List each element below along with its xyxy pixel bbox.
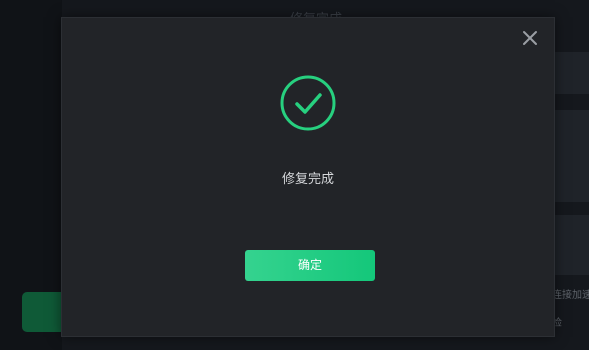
background-side-label: 连接加速 bbox=[552, 290, 589, 301]
background-card bbox=[553, 52, 589, 94]
confirm-button[interactable]: 确定 bbox=[245, 250, 375, 281]
close-button[interactable] bbox=[520, 28, 540, 48]
check-circle-icon bbox=[280, 75, 336, 131]
dialog-message: 修复完成 bbox=[281, 172, 334, 187]
app-window: 修复完成 连接加速 检 修复完成 确定 bbox=[0, 0, 589, 350]
background-card bbox=[553, 215, 589, 275]
background-card bbox=[553, 110, 589, 202]
close-icon bbox=[523, 31, 537, 45]
repair-complete-dialog: 修复完成 确定 bbox=[61, 17, 555, 337]
